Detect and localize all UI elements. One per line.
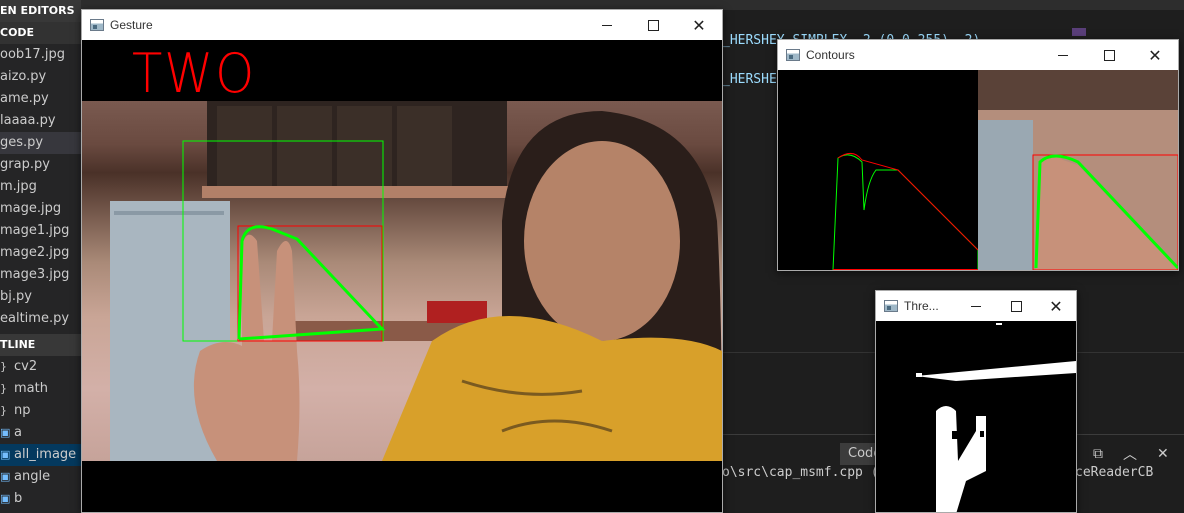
terminal-output: o\src\cap_msmf.cpp ( — [722, 465, 879, 480]
threshold-art — [876, 321, 1076, 512]
minimap[interactable] — [1072, 28, 1086, 36]
outline-header[interactable]: TLINE — [0, 334, 81, 356]
panel-tab-code[interactable]: Code — [840, 443, 876, 465]
variable-icon: ▣ — [0, 492, 11, 505]
copy-icon[interactable]: ⧉ — [1093, 446, 1103, 462]
threshold-canvas — [876, 321, 1076, 512]
file-item[interactable]: mage2.jpg — [0, 242, 81, 264]
window-titlebar[interactable]: Gesture ✕ — [82, 10, 722, 40]
maximize-button[interactable] — [630, 10, 676, 40]
app-icon — [786, 49, 800, 61]
threshold-window[interactable]: Thre... ✕ — [875, 290, 1077, 513]
contours-art — [778, 70, 1178, 270]
file-item[interactable]: grap.py — [0, 154, 81, 176]
contours-window[interactable]: Contours ✕ — [777, 39, 1179, 271]
close-button[interactable]: ✕ — [1132, 40, 1178, 70]
module-icon: } — [0, 382, 7, 395]
outline-item[interactable]: } cv2 — [0, 356, 81, 378]
outline-label: math — [14, 381, 48, 396]
file-item[interactable]: mage1.jpg — [0, 220, 81, 242]
outline-item[interactable]: ▣ angle — [0, 466, 81, 488]
panel-toolbar: ⧉ ︿ ✕ — [1085, 443, 1184, 465]
code-line[interactable]: _HERSHEY — [722, 72, 785, 87]
file-item[interactable]: mage3.jpg — [0, 264, 81, 286]
outline-label: all_image — [14, 447, 77, 462]
minimize-button[interactable] — [584, 10, 630, 40]
file-item-active[interactable]: ges.py — [0, 132, 81, 154]
gesture-canvas: TWO — [82, 40, 722, 512]
window-titlebar[interactable]: Thre... ✕ — [876, 291, 1076, 321]
module-icon: } — [0, 360, 7, 373]
explorer-sidebar: EN EDITORS CODE oob17.jpg aizo.py ame.py… — [0, 0, 81, 513]
window-titlebar[interactable]: Contours ✕ — [778, 40, 1178, 70]
outline-label: angle — [14, 469, 51, 484]
close-icon[interactable]: ✕ — [1157, 446, 1169, 462]
variable-icon: ▣ — [0, 426, 11, 439]
outline-label: cv2 — [14, 359, 38, 374]
chevron-up-icon[interactable]: ︿ — [1123, 444, 1137, 464]
maximize-button[interactable] — [1086, 40, 1132, 70]
window-title: Contours — [806, 48, 855, 62]
outline-item[interactable]: ▣ b — [0, 488, 81, 510]
file-item[interactable]: aizo.py — [0, 66, 81, 88]
gesture-label: TWO — [132, 42, 257, 105]
outline-item[interactable]: ▣ a — [0, 422, 81, 444]
file-item[interactable]: ealtime.py — [0, 308, 81, 330]
camera-frame-art — [110, 101, 722, 461]
minimize-button[interactable] — [956, 291, 996, 321]
contours-canvas — [778, 70, 1178, 270]
open-editors-header[interactable]: EN EDITORS — [0, 0, 81, 22]
minimize-button[interactable] — [1040, 40, 1086, 70]
close-button[interactable]: ✕ — [676, 10, 722, 40]
app-icon — [90, 19, 104, 31]
window-title: Gesture — [110, 18, 153, 32]
outline-item[interactable]: } np — [0, 400, 81, 422]
file-item[interactable]: laaaa.py — [0, 110, 81, 132]
outline-label: b — [14, 491, 23, 506]
close-button[interactable]: ✕ — [1036, 291, 1076, 321]
outline-item-active[interactable]: ▣ all_image — [0, 444, 81, 466]
variable-icon: ▣ — [0, 448, 11, 461]
window-title: Thre... — [904, 299, 939, 313]
terminal-output: ceReaderCB — [1075, 465, 1154, 480]
module-icon: } — [0, 404, 7, 417]
outline-label: np — [14, 403, 31, 418]
file-item[interactable]: ame.py — [0, 88, 81, 110]
outline-label: a — [14, 425, 22, 440]
maximize-button[interactable] — [996, 291, 1036, 321]
app-icon — [884, 300, 898, 312]
file-item[interactable]: oob17.jpg — [0, 44, 81, 66]
file-item[interactable]: mage.jpg — [0, 198, 81, 220]
outline-item[interactable]: } math — [0, 378, 81, 400]
variable-icon: ▣ — [0, 470, 11, 483]
gesture-window[interactable]: Gesture ✕ TWO — [81, 9, 723, 513]
camera-frame — [82, 101, 722, 461]
folder-header[interactable]: CODE — [0, 22, 81, 44]
file-item[interactable]: bj.py — [0, 286, 81, 308]
file-item[interactable]: m.jpg — [0, 176, 81, 198]
